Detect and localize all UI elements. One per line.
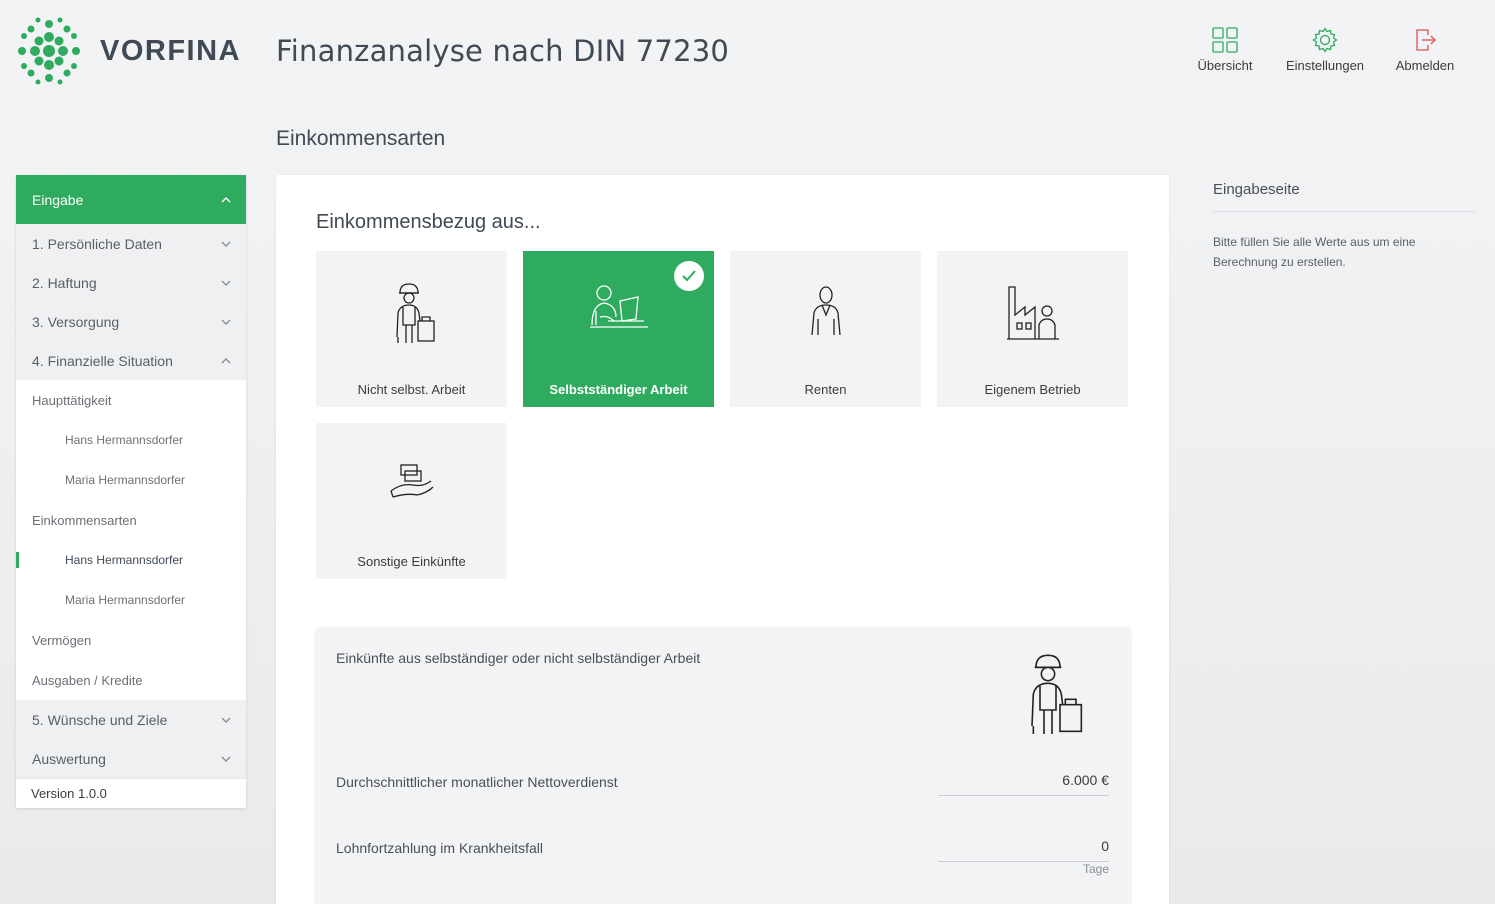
tile-label: Nicht selbst. Arbeit	[357, 382, 466, 397]
logo-mark-icon	[18, 17, 80, 85]
sidebar-section-label: 4. Finanzielle Situation	[32, 352, 173, 369]
net-income-input[interactable]: 6.000 €	[938, 768, 1109, 796]
chevron-up-icon	[221, 357, 231, 363]
logout-icon	[1416, 29, 1436, 51]
net-income-label: Durchschnittlicher monatlicher Nettoverd…	[336, 774, 618, 790]
tile-label: Selbstständiger Arbeit	[549, 382, 688, 397]
sidebar-section-versorgung[interactable]: 3. Versorgung	[16, 302, 246, 341]
sidebar-section-wuensche-ziele[interactable]: 5. Wünsche und Ziele	[16, 700, 246, 739]
page-heading: Einkommensarten	[276, 127, 446, 150]
pensioner-icon	[810, 286, 841, 336]
sidebar-header-label: Eingabe	[32, 191, 84, 208]
sidebar: Eingabe 1. Persönliche Daten 2. Haftung …	[16, 175, 246, 808]
chevron-down-icon	[221, 319, 231, 325]
sidebar-item-haupt-hans[interactable]: Hans Hermannsdorfer	[16, 420, 246, 460]
tile-nicht-selbst-arbeit[interactable]: Nicht selbst. Arbeit	[316, 251, 507, 407]
sidebar-item-einkommen-hans[interactable]: Hans Hermannsdorfer	[16, 540, 246, 580]
sick-pay-input[interactable]: 0	[938, 834, 1109, 862]
money-hand-icon	[389, 464, 433, 498]
chevron-down-icon	[221, 756, 231, 762]
income-question: Einkommensbezug aus...	[316, 211, 541, 233]
chevron-down-icon	[221, 241, 231, 247]
tile-label: Renten	[804, 382, 847, 397]
sidebar-item-vermoegen[interactable]: Vermögen	[16, 620, 246, 660]
chevron-down-icon	[221, 280, 231, 286]
tile-label: Sonstige Einkünfte	[357, 554, 466, 569]
settings-button[interactable]: Einstellungen	[1275, 26, 1375, 73]
logout-label: Abmelden	[1395, 58, 1455, 73]
gear-icon	[1312, 27, 1338, 53]
tile-label: Eigenem Betrieb	[984, 382, 1081, 397]
worker-illustration-icon	[1031, 654, 1083, 734]
sidebar-section-label: Auswertung	[32, 750, 106, 767]
sidebar-item-haupt-maria[interactable]: Maria Hermannsdorfer	[16, 460, 246, 500]
main-card: Einkommensbezug aus... Nicht selbst. Arb…	[276, 175, 1169, 904]
tile-selbststaendiger-arbeit[interactable]: Selbstständiger Arbeit	[523, 251, 714, 407]
info-text: Bitte füllen Sie alle Werte aus um eine …	[1213, 235, 1416, 269]
sidebar-section-auswertung[interactable]: Auswertung	[16, 739, 246, 778]
sidebar-item-einkommen-maria[interactable]: Maria Hermannsdorfer	[16, 580, 246, 620]
sidebar-section-finanzielle-situation[interactable]: 4. Finanzielle Situation	[16, 341, 246, 380]
logout-button[interactable]: Abmelden	[1375, 26, 1475, 73]
version-label: Version 1.0.0	[16, 778, 246, 808]
app-title: Finanzanalyse nach DIN 77230	[276, 34, 730, 68]
info-title: Eingabeseite	[1213, 181, 1300, 198]
sidebar-section-haftung[interactable]: 2. Haftung	[16, 263, 246, 302]
worker-icon	[395, 283, 435, 343]
grid-icon	[1212, 27, 1238, 53]
sick-pay-unit: Tage	[1082, 862, 1109, 876]
top-nav: Übersicht Einstellungen Abmelden	[1175, 26, 1475, 73]
selected-check-icon	[674, 261, 704, 291]
sidebar-section-label: 5. Wünsche und Ziele	[32, 711, 168, 728]
sidebar-item-haupttaetigkeit[interactable]: Haupttätigkeit	[16, 380, 246, 420]
info-divider	[1213, 211, 1475, 212]
sidebar-section-label: 2. Haftung	[32, 274, 97, 291]
brand-name: VORFINA	[100, 34, 241, 67]
sidebar-section-label: 3. Versorgung	[32, 313, 120, 330]
tile-sonstige-einkuenfte[interactable]: Sonstige Einkünfte	[316, 423, 507, 579]
overview-button[interactable]: Übersicht	[1175, 26, 1275, 73]
tile-renten[interactable]: Renten	[730, 251, 921, 407]
chevron-up-icon	[221, 196, 231, 202]
income-detail-card: Einkünfte aus selbständiger oder nicht s…	[316, 628, 1130, 904]
factory-icon	[1006, 286, 1059, 340]
sidebar-header-eingabe[interactable]: Eingabe	[16, 175, 246, 224]
sick-pay-label: Lohnfortzahlung im Krankheitsfall	[336, 840, 544, 856]
brand-logo[interactable]: VORFINA	[14, 16, 241, 86]
office-worker-icon	[589, 285, 648, 328]
income-detail-title: Einkünfte aus selbständiger oder nicht s…	[336, 650, 701, 666]
settings-label: Einstellungen	[1285, 58, 1365, 73]
sidebar-item-einkommensarten[interactable]: Einkommensarten	[16, 500, 246, 540]
sidebar-item-ausgaben-kredite[interactable]: Ausgaben / Kredite	[16, 660, 246, 700]
sidebar-section-label: 1. Persönliche Daten	[32, 235, 162, 252]
tile-eigenem-betrieb[interactable]: Eigenem Betrieb	[937, 251, 1128, 407]
chevron-down-icon	[221, 717, 231, 723]
sidebar-section-persoenliche-daten[interactable]: 1. Persönliche Daten	[16, 224, 246, 263]
overview-label: Übersicht	[1197, 58, 1253, 73]
